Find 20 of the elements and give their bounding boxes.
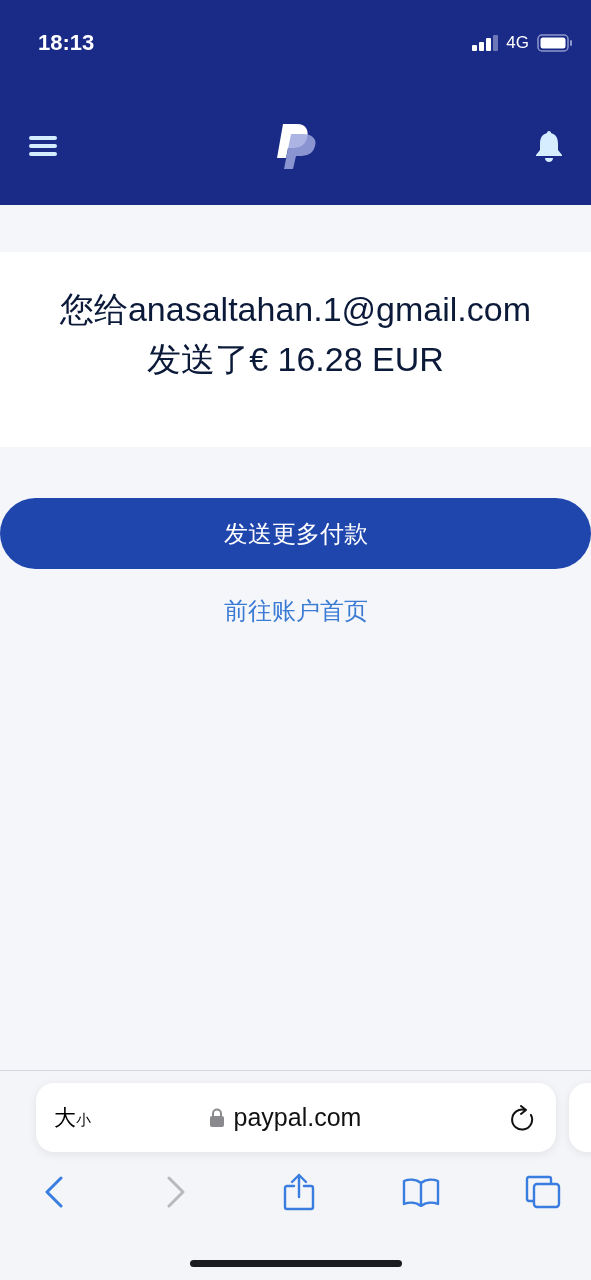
share-icon[interactable] (282, 1173, 315, 1211)
account-home-link[interactable]: 前往账户首页 (223, 595, 368, 627)
tabs-icon[interactable] (525, 1175, 561, 1209)
confirmation-message: 发送了€ 16.28 EUR (146, 339, 445, 380)
battery-icon (537, 34, 573, 52)
text-size-button[interactable]: 大小 (54, 1102, 91, 1133)
address-bar[interactable]: 大小 paypal.com (36, 1083, 556, 1152)
address-text: paypal.com (233, 1103, 362, 1132)
menu-icon[interactable] (28, 134, 58, 157)
logo-icon[interactable] (276, 121, 317, 170)
back-icon[interactable] (44, 1176, 64, 1208)
status-time: 18:13 (38, 30, 95, 56)
reload-icon[interactable] (510, 1104, 534, 1131)
book-icon[interactable] (401, 1177, 440, 1207)
send-more-button[interactable]: 发送更多付款 (0, 498, 591, 569)
network-label: 4G (506, 33, 529, 53)
confirmation-message: 您给anasaltahan.1@gmail.com (58, 289, 533, 330)
lock-icon (209, 1108, 224, 1127)
bell-icon[interactable] (535, 129, 563, 162)
signal-icon (472, 35, 499, 51)
